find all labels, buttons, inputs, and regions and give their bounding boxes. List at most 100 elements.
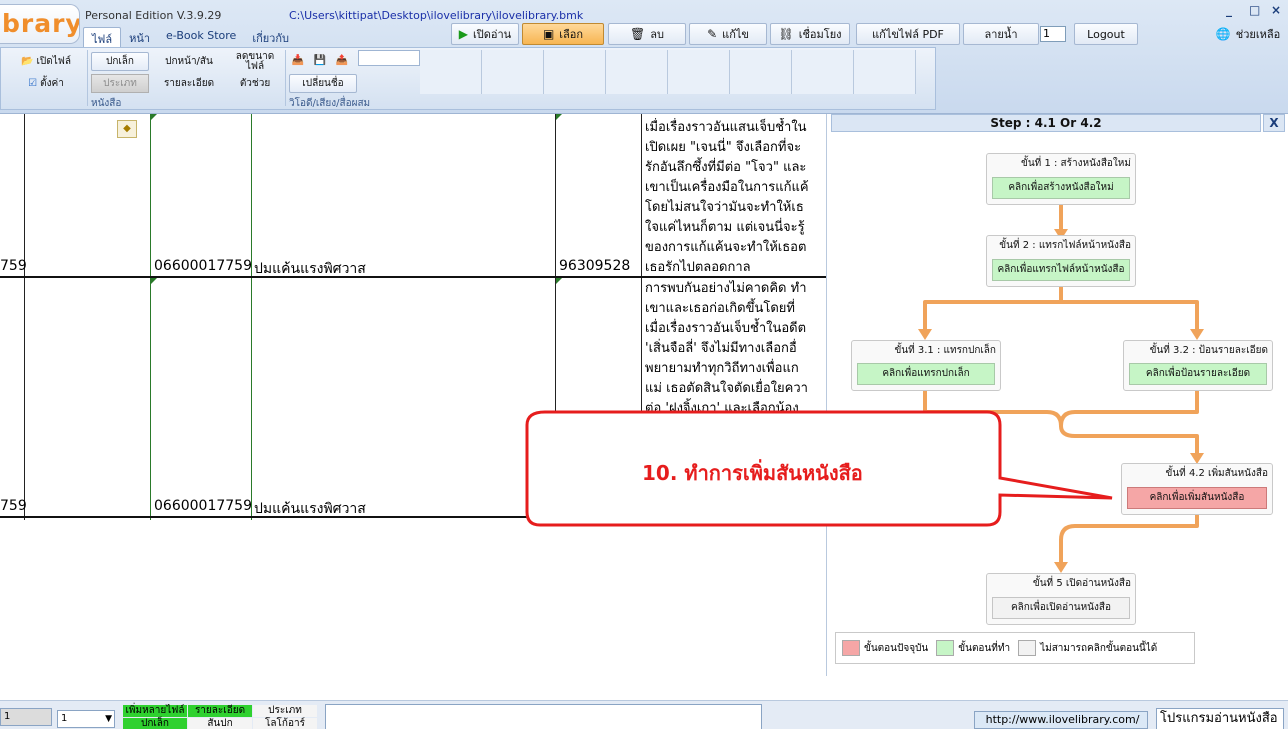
enter-details-button[interactable]: คลิกเพื่อป้อนรายละเอียด [1129,363,1267,385]
watermark-button[interactable]: ลายน้ำ [963,23,1039,45]
description-line: เธอรักไปตลอดกาล [645,260,751,275]
save-icon[interactable]: 💾 [311,51,329,70]
rename-button[interactable]: เปลี่ยนชื่อ [289,74,357,93]
menu-tabs: ไฟล์ หน้า e-Book Store เกี่ยวกับ [83,27,297,47]
status-bar: 1 1 ▼ เพิ่มหลายไฟล์ รายละเอียด ประเภท ปก… [0,700,1288,729]
status-combo-value: 1 [61,713,68,724]
help-label: ช่วยเหลือ [1235,28,1281,41]
category-button[interactable]: ประเภท [91,74,149,93]
status-tag-details[interactable]: รายละเอียด [188,705,252,717]
reduce-file-button[interactable]: ลดขนาดไฟล์ [229,50,281,74]
thumbnail-slot[interactable] [854,50,916,94]
cell-marker-icon [556,278,562,284]
settings-button[interactable]: ☑ ตั้งค่า [11,74,81,93]
logout-button[interactable]: Logout [1074,23,1138,45]
thumbnail-slot[interactable] [730,50,792,94]
ribbon-separator [285,50,286,106]
status-combo[interactable]: 1 ▼ [57,710,115,728]
description-line: พยายามทำทุกวิถีทางเพื่อแก [645,361,799,376]
small-cover-button[interactable]: ปกเล็ก [91,52,149,71]
step-title: ขั้นที่ 2 : แทรกไฟล์หน้าหนังสือ [999,240,1131,251]
export-icon[interactable]: 📤 [333,51,351,70]
page-number-input[interactable]: 1 [1040,26,1066,42]
helper-button[interactable]: ตัวช่วย [229,74,281,93]
step-title: ขั้นที่ 3.1 : แทรกปกเล็ก [894,345,996,356]
edit-pdf-button[interactable]: แก้ไขไฟล์ PDF [856,23,960,45]
select-button[interactable]: ▣ เลือก [522,23,604,45]
step-title: ขั้นที่ 1 : สร้างหนังสือใหม่ [1021,158,1131,169]
help-button[interactable]: 🌐 ช่วยเหลือ [1212,23,1284,45]
status-tag-spine[interactable]: สันปก [188,718,252,729]
column-divider [150,114,151,520]
thumbnail-slot[interactable] [358,50,420,66]
maximize-icon[interactable]: □ [1249,3,1260,17]
status-message-field [325,704,762,729]
settings-label: ตั้งค่า [40,77,64,89]
column-divider [251,114,252,520]
edition-label: Personal Edition V.3.9.29 [85,9,222,22]
wizard-step-4-2: ขั้นที่ 4.2 เพิ่มสันหนังสือ คลิกเพื่อเพิ… [1121,463,1273,515]
edit-label: แก้ไข [722,28,749,41]
folder-icon: 📂 [21,55,34,67]
tab-ebook-store[interactable]: e-Book Store [158,27,244,47]
description-line: เขาและเธอก่อเกิดขึ้นโดยที่ [645,301,795,316]
step-title: ขั้นที่ 5 เปิดอ่านหนังสือ [1032,578,1131,589]
status-tag-logo[interactable]: โลโก้อาร์ [253,718,317,729]
flow-connector [923,389,1199,428]
open-read-book-button[interactable]: คลิกเพื่อเปิดอ่านหนังสือ [992,597,1130,619]
description-line: แม่ เธอตัดสินใจตัดเยื่อใยควา [645,381,808,396]
settings-icon: ☑ [28,77,38,89]
minimize-icon[interactable]: _ [1226,3,1232,17]
table-cell-code: 06600017759 [154,498,252,514]
step-title: ขั้นที่ 3.2 : ป้อนรายละเอียด [1149,345,1268,356]
thumbnail-slot[interactable] [482,50,544,94]
status-field[interactable]: 1 [0,708,52,726]
table-cell-title: ปมแค้นแรงพิศวาส [254,261,366,277]
status-tag-small-cover[interactable]: ปกเล็ก [123,718,187,729]
tab-file[interactable]: ไฟล์ [83,27,122,47]
open-file-label: เปิดไฟล์ [36,55,71,67]
tab-page[interactable]: หน้า [121,27,158,47]
cell-marker-icon [151,278,157,284]
add-spine-button[interactable]: คลิกเพื่อเพิ่มสันหนังสือ [1127,487,1267,509]
description-line: ต่อ 'ฝงจิ้งเกา' และเลือกน้อง [645,401,799,416]
thumbnail-slot[interactable] [606,50,668,94]
step-wizard-panel: Step : 4.1 Or 4.2 X ขั้นที่ 1 : สร้างหนั… [826,114,1288,676]
open-file-button[interactable]: 📂 เปิดไฟล์ [11,52,81,71]
description-line: โดยไม่สนใจว่ามันจะทำให้เธ [645,200,804,215]
chevron-down-icon: ▼ [105,714,112,724]
details-button[interactable]: รายละเอียด [151,74,227,93]
trash-icon: 🗑 [630,27,646,41]
reader-program-button[interactable]: โปรแกรมอ่านหนังสือ [1156,708,1284,729]
open-read-label: เปิดอ่าน [473,28,512,41]
thumbnail-slot[interactable] [420,50,482,94]
description-line: ใจแค่ไหนก็ตาม แต่เจนนี่จะรู้ [645,220,805,235]
tab-about[interactable]: เกี่ยวกับ [244,27,297,47]
link-icon: ⛓ [778,27,794,41]
group-media-label: วิโอดี/เสียง/สื่อผสม [289,98,371,109]
thumbnail-slot[interactable] [668,50,730,94]
legend-current-label: ขั้นตอนปัจจุบัน [864,642,929,654]
cover-spine-button[interactable]: ปกหน้า/สัน [151,52,227,71]
thumbnail-slot[interactable] [544,50,606,94]
insert-pages-button[interactable]: คลิกเพื่อแทรกไฟล์หน้าหนังสือ [992,259,1130,281]
thumbnail-slot[interactable] [792,50,854,94]
status-tag-category[interactable]: ประเภท [253,705,317,717]
table-cell-id: 759 [0,258,27,274]
book-icon: ▣ [542,27,555,41]
link-button[interactable]: ⛓ เชื่อมโยง [770,23,850,45]
edit-button[interactable]: ✎ แก้ไข [689,23,767,45]
callout-text: 10. ทำการเพิ่มสันหนังสือ [642,461,863,485]
status-tag-add-many[interactable]: เพิ่มหลายไฟล์ [123,705,187,717]
website-link[interactable]: http://www.ilovelibrary.com/ [974,711,1148,729]
table-cell-title: ปมแค้นแรงพิศวาส [254,501,366,517]
insert-small-cover-button[interactable]: คลิกเพื่อแทรกปกเล็ก [857,363,995,385]
add-media-icon[interactable]: 📥 [289,51,307,70]
open-read-button[interactable]: ▶ เปิดอ่าน [451,23,519,45]
delete-button[interactable]: 🗑 ลบ [608,23,686,45]
close-icon[interactable]: × [1271,3,1281,17]
description-line: เขาเป็นเครื่องมือในการแก้แค้ [645,180,809,195]
title-bar: brary Personal Edition V.3.9.29 C:\Users… [0,0,1288,114]
flow-connector [1059,514,1199,541]
create-book-button[interactable]: คลิกเพื่อสร้างหนังสือใหม่ [992,177,1130,199]
